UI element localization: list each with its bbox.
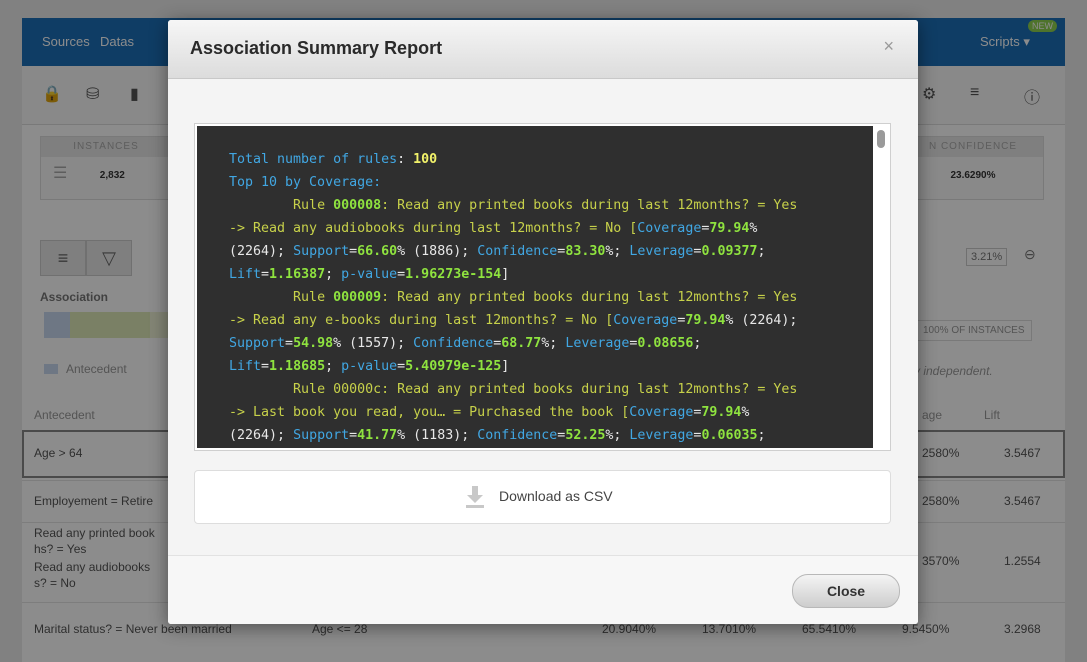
scrollbar-thumb[interactable]: [877, 130, 885, 148]
rule-1-id: 000008: [333, 198, 382, 213]
download-icon: [466, 486, 484, 508]
rule-3-leverage: 0.06035: [701, 428, 758, 443]
top-heading: Top 10 by Coverage: [229, 175, 374, 190]
rule-2-pvalue: 5.40979e-125: [405, 359, 502, 374]
rule-3-id: 00000c: [333, 382, 382, 397]
rule-1-pvalue: 1.96273e-154: [405, 267, 502, 282]
rule-2-confidence: 68.77: [501, 336, 542, 351]
report-text-area[interactable]: Total number of rules: 100 Top 10 by Cov…: [197, 126, 873, 448]
modal-body: Total number of rules: 100 Top 10 by Cov…: [168, 79, 918, 555]
rule-3-support: 41.77: [357, 428, 398, 443]
download-csv-button[interactable]: Download as CSV: [194, 470, 891, 524]
total-rules-value: 100: [413, 152, 438, 167]
rule-1-support: 66.60: [357, 244, 398, 259]
rule-1-leverage: 0.09377: [701, 244, 758, 259]
rule-1-coverage: 79.94: [709, 221, 750, 236]
total-rules-key: Total number of rules: [229, 152, 398, 167]
association-summary-modal: Association Summary Report × Total numbe…: [168, 20, 918, 624]
rule-1-confidence: 83.30: [565, 244, 606, 259]
rule-3-coverage: 79.94: [701, 405, 742, 420]
modal-title: Association Summary Report: [190, 38, 443, 58]
rule-2-lift: 1.18685: [269, 359, 326, 374]
report-scrollbar[interactable]: [874, 126, 888, 448]
close-icon[interactable]: ×: [883, 36, 894, 57]
rule-3-confidence: 52.25: [565, 428, 606, 443]
modal-footer: Close: [168, 555, 918, 624]
rule-2-leverage: 0.08656: [637, 336, 694, 351]
rule-2-support: 54.98: [293, 336, 334, 351]
rule-2-id: 000009: [333, 290, 382, 305]
report-text: Total number of rules: 100 Top 10 by Cov…: [229, 152, 798, 443]
rule-1-lift: 1.16387: [269, 267, 326, 282]
modal-header: Association Summary Report ×: [168, 20, 918, 79]
download-csv-label: Download as CSV: [499, 488, 613, 504]
close-button[interactable]: Close: [792, 574, 900, 608]
rule-2-coverage: 79.94: [685, 313, 726, 328]
report-frame: Total number of rules: 100 Top 10 by Cov…: [194, 123, 891, 451]
